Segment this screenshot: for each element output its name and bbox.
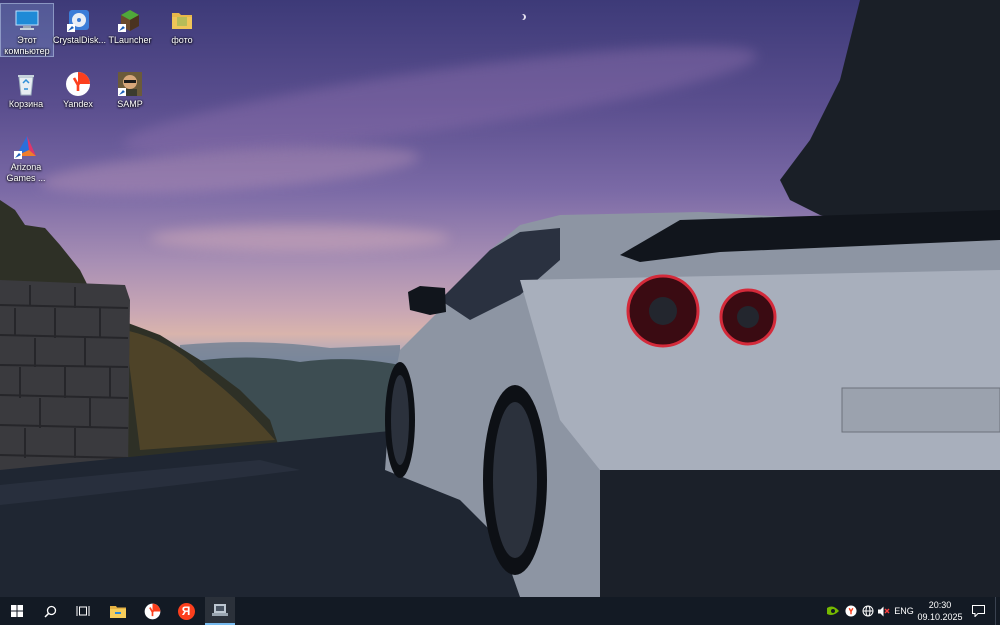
desktop-icon-tlauncher[interactable]: TLauncher [104, 4, 156, 46]
recycle-bin-icon [13, 71, 39, 97]
arizona-games-icon [13, 134, 39, 160]
desktop-icon-arizona-games[interactable]: Arizona Games ... [0, 131, 52, 184]
desktop-icon-label: TLauncher [108, 35, 152, 45]
taskbar-file-explorer[interactable] [101, 597, 135, 625]
task-view-button[interactable] [66, 597, 100, 625]
desktop-icon-label: Yandex [63, 99, 93, 109]
app-icon [212, 604, 228, 616]
clock-time: 20:30 [928, 600, 952, 610]
this-pc-icon [14, 7, 40, 33]
yandex-tray-icon [844, 605, 857, 617]
language-indicator[interactable]: ENG [892, 597, 916, 625]
notifications-button[interactable] [964, 597, 992, 625]
file-explorer-icon [110, 605, 126, 618]
desktop-icon-label: CrystalDisk... [53, 35, 106, 45]
show-desktop-button[interactable] [995, 597, 1000, 625]
network-globe-icon [862, 605, 873, 617]
desktop-icon-this-pc[interactable]: Этот компьютер [0, 3, 54, 57]
start-button[interactable] [0, 597, 34, 625]
crystaldisk-icon [66, 7, 92, 33]
desktop-icon-crystaldisk[interactable]: CrystalDisk... [52, 4, 106, 46]
desktop-icon-label: Games ... [6, 173, 46, 183]
taskbar-active-app[interactable] [205, 597, 235, 625]
desktop-icon-yandex[interactable]: Yandex [52, 68, 104, 110]
search-button[interactable] [34, 597, 66, 625]
samp-icon [117, 71, 143, 97]
tray-nvidia[interactable] [824, 597, 842, 625]
folder-icon [169, 7, 195, 33]
yandex-browser-icon [65, 71, 91, 97]
taskbar-yandex-browser[interactable] [135, 597, 169, 625]
desktop-icon-label: компьютер [4, 46, 50, 56]
search-icon [43, 605, 56, 618]
tray-volume[interactable] [876, 597, 892, 625]
desktop-icon-recycle-bin[interactable]: Корзина [0, 68, 52, 110]
taskbar-yandex[interactable]: Я [169, 597, 203, 625]
nvidia-icon [827, 606, 839, 615]
tray-yandex[interactable] [842, 597, 859, 625]
tlauncher-icon [117, 7, 143, 33]
desktop-icon-samp[interactable]: SAMP [104, 68, 156, 110]
windows-start-icon [11, 605, 23, 617]
yandex-browser-icon [144, 603, 160, 619]
desktop-icon-label: фото [171, 35, 193, 45]
desktop-icon-label: Корзина [8, 99, 44, 109]
taskbar: Я ENG 20:30 09.10.2025 [0, 597, 1000, 625]
task-view-icon [76, 606, 90, 616]
notification-icon [971, 605, 985, 617]
desktop-icon-label: Arizona [10, 162, 42, 172]
clock-date: 09.10.2025 [917, 612, 963, 622]
clock[interactable]: 20:30 09.10.2025 [917, 597, 963, 625]
tray-network[interactable] [859, 597, 876, 625]
desktop-icon-label: Этот [17, 35, 37, 45]
yandex-icon: Я [177, 602, 195, 620]
volume-muted-icon [878, 606, 890, 616]
desktop-icon-label: SAMP [117, 99, 143, 109]
desktop-icon-photo-folder[interactable]: фото [156, 4, 208, 46]
